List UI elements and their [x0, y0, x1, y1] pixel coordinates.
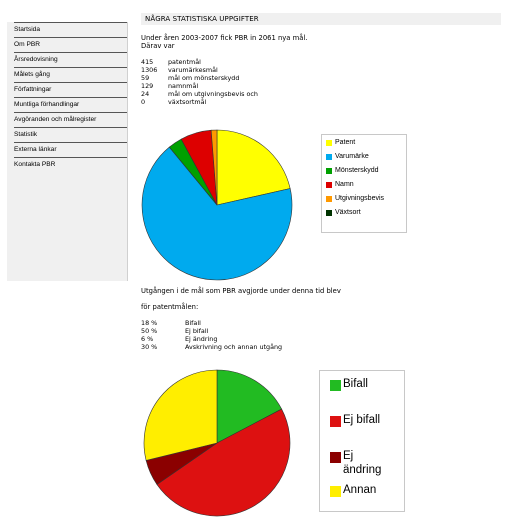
legend-label: Bifall — [343, 378, 368, 390]
nav-arsredovisning[interactable]: Årsredovisning — [14, 52, 127, 67]
legend-swatch — [326, 182, 332, 188]
outcome-percent: 30 % — [141, 343, 158, 351]
outcome-label: Bifall — [185, 319, 201, 327]
case-count: 24 — [141, 90, 150, 98]
nav-om-pbr[interactable]: Om PBR — [14, 37, 127, 52]
intro-line-1: Under åren 2003-2007 fick PBR in 2061 ny… — [141, 34, 308, 42]
legend-swatch — [326, 168, 332, 174]
legend-swatch — [330, 416, 341, 427]
legend-label: Växtsort — [335, 209, 361, 216]
outcome-percent: 6 % — [141, 335, 154, 343]
case-label: namnmål — [168, 82, 199, 90]
legend-label: Ej bifall — [343, 414, 381, 426]
nav-muntliga-forhandlingar[interactable]: Muntliga förhandlingar — [14, 97, 127, 112]
nav-avgoranden[interactable]: Avgöranden och målregister — [14, 112, 127, 127]
outcome-stats-list: 18 % Bifall 50 % Ej bifall 6 % Ej ändrin… — [141, 320, 361, 356]
page-title: NÅGRA STATISTISKA UPPGIFTER — [145, 15, 259, 23]
outcome-text: Utgången i de mål som PBR avgjorde under… — [141, 287, 341, 295]
legend-swatch — [326, 210, 332, 216]
case-types-pie-chart — [141, 129, 293, 281]
case-types-legend: Patent Varumärke Mönsterskydd Namn Utgiv… — [321, 134, 407, 233]
case-count: 59 — [141, 74, 150, 82]
outcome-label: Avskrivning och annan utgång — [185, 343, 283, 351]
nav-malets-gang[interactable]: Målets gång — [14, 67, 127, 82]
legend-label: Annan — [343, 484, 377, 496]
legend-label: Varumärke — [335, 153, 369, 160]
legend-label: Utgivningsbevis — [335, 195, 385, 202]
legend-label: Ej ändring — [343, 450, 382, 476]
case-count: 415 — [141, 58, 154, 66]
case-label: patentmål — [168, 58, 201, 66]
nav-forfattningar[interactable]: Författningar — [14, 82, 127, 97]
for-patents-text: för patentmålen: — [141, 303, 199, 311]
legend-swatch — [330, 486, 341, 497]
case-stats-list: 415 patentmål 1306 varumärkesmål 59 mål … — [141, 59, 341, 109]
legend-swatch — [326, 140, 332, 146]
case-label: varumärkesmål — [168, 66, 218, 74]
case-count: 0 — [141, 98, 146, 106]
legend-swatch — [330, 452, 341, 463]
nav-startsida[interactable]: Startsida — [14, 22, 127, 37]
patent-outcome-legend: Bifall Ej bifall Ej ändring Annan — [319, 370, 405, 512]
intro-line-2: Därav var — [141, 42, 175, 50]
nav-kontakta-pbr[interactable]: Kontakta PBR — [14, 157, 127, 172]
legend-label: Mönsterskydd — [335, 167, 379, 174]
nav-externa-lankar[interactable]: Externa länkar — [14, 142, 127, 157]
case-label: växtsortmål — [168, 98, 207, 106]
legend-swatch — [326, 196, 332, 202]
page-heading-bar: NÅGRA STATISTISKA UPPGIFTER — [141, 13, 501, 25]
nav-statistik[interactable]: Statistik — [14, 127, 127, 142]
patent-outcome-pie-chart — [143, 369, 291, 517]
case-count: 129 — [141, 82, 154, 90]
legend-swatch — [330, 380, 341, 391]
outcome-percent: 50 % — [141, 327, 158, 335]
case-count: 1306 — [141, 66, 158, 74]
outcome-label: Ej ändring — [185, 335, 218, 343]
legend-label: Patent — [335, 139, 356, 146]
outcome-percent: 18 % — [141, 319, 158, 327]
outcome-label: Ej bifall — [185, 327, 209, 335]
case-label: mål om mönsterskydd — [168, 74, 240, 82]
sidebar-nav: Startsida Om PBR Årsredovisning Målets g… — [7, 22, 128, 281]
legend-swatch — [326, 154, 332, 160]
legend-label: Namn — [335, 181, 354, 188]
case-label: mål om utgivningsbevis och — [168, 90, 258, 98]
